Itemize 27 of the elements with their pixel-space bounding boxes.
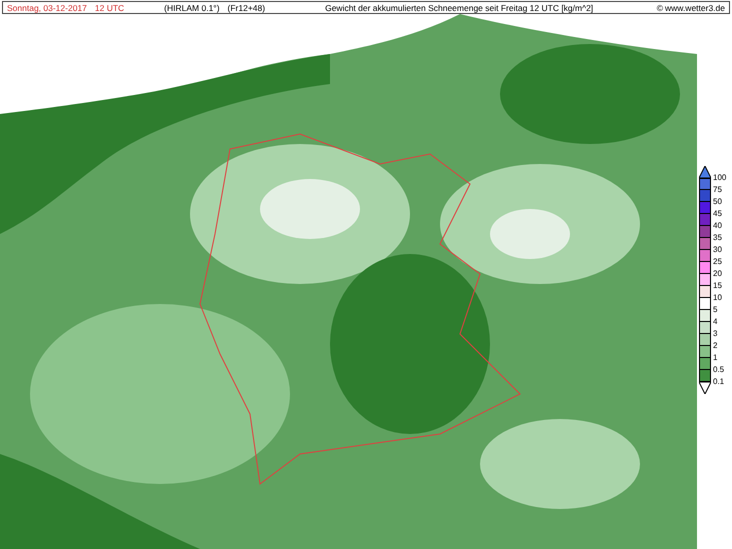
map-title: Gewicht der akkumulierten Schneemenge seit Freitag 12 UTC [kg/m^2] xyxy=(325,2,594,12)
legend-label: 25 xyxy=(713,258,722,266)
legend-top-arrow-icon xyxy=(699,166,711,178)
run-text: (Fr12+48) xyxy=(228,2,266,12)
time-text: 12 UTC xyxy=(94,2,124,12)
legend-label: 40 xyxy=(713,222,722,230)
legend-label: 0.1 xyxy=(713,378,724,386)
legend-label: 50 xyxy=(713,198,722,206)
legend-label: 15 xyxy=(713,282,722,290)
legend-label: 75 xyxy=(713,186,722,194)
legend-label: 30 xyxy=(713,246,722,254)
legend-label: 1 xyxy=(713,354,718,362)
legend-label: 0.5 xyxy=(713,366,724,374)
legend-label: 35 xyxy=(713,234,722,242)
legend-label: 100 xyxy=(713,174,726,182)
legend-label: 4 xyxy=(713,318,718,326)
model-text: (HIRLAM 0.1°) xyxy=(164,2,220,12)
legend-label: 5 xyxy=(713,306,718,314)
legend-label: 20 xyxy=(713,270,722,278)
legend-label: 45 xyxy=(713,210,722,218)
site-text: www.wetter3.de xyxy=(665,2,725,12)
copyright-text: © xyxy=(656,2,663,12)
legend-label: 10 xyxy=(713,294,722,302)
legend-bottom-arrow-icon xyxy=(699,382,711,394)
date-text: Sonntag, 03-12-2017 xyxy=(7,2,87,12)
legend-label: 2 xyxy=(713,342,718,350)
legend-label: 3 xyxy=(713,330,718,338)
